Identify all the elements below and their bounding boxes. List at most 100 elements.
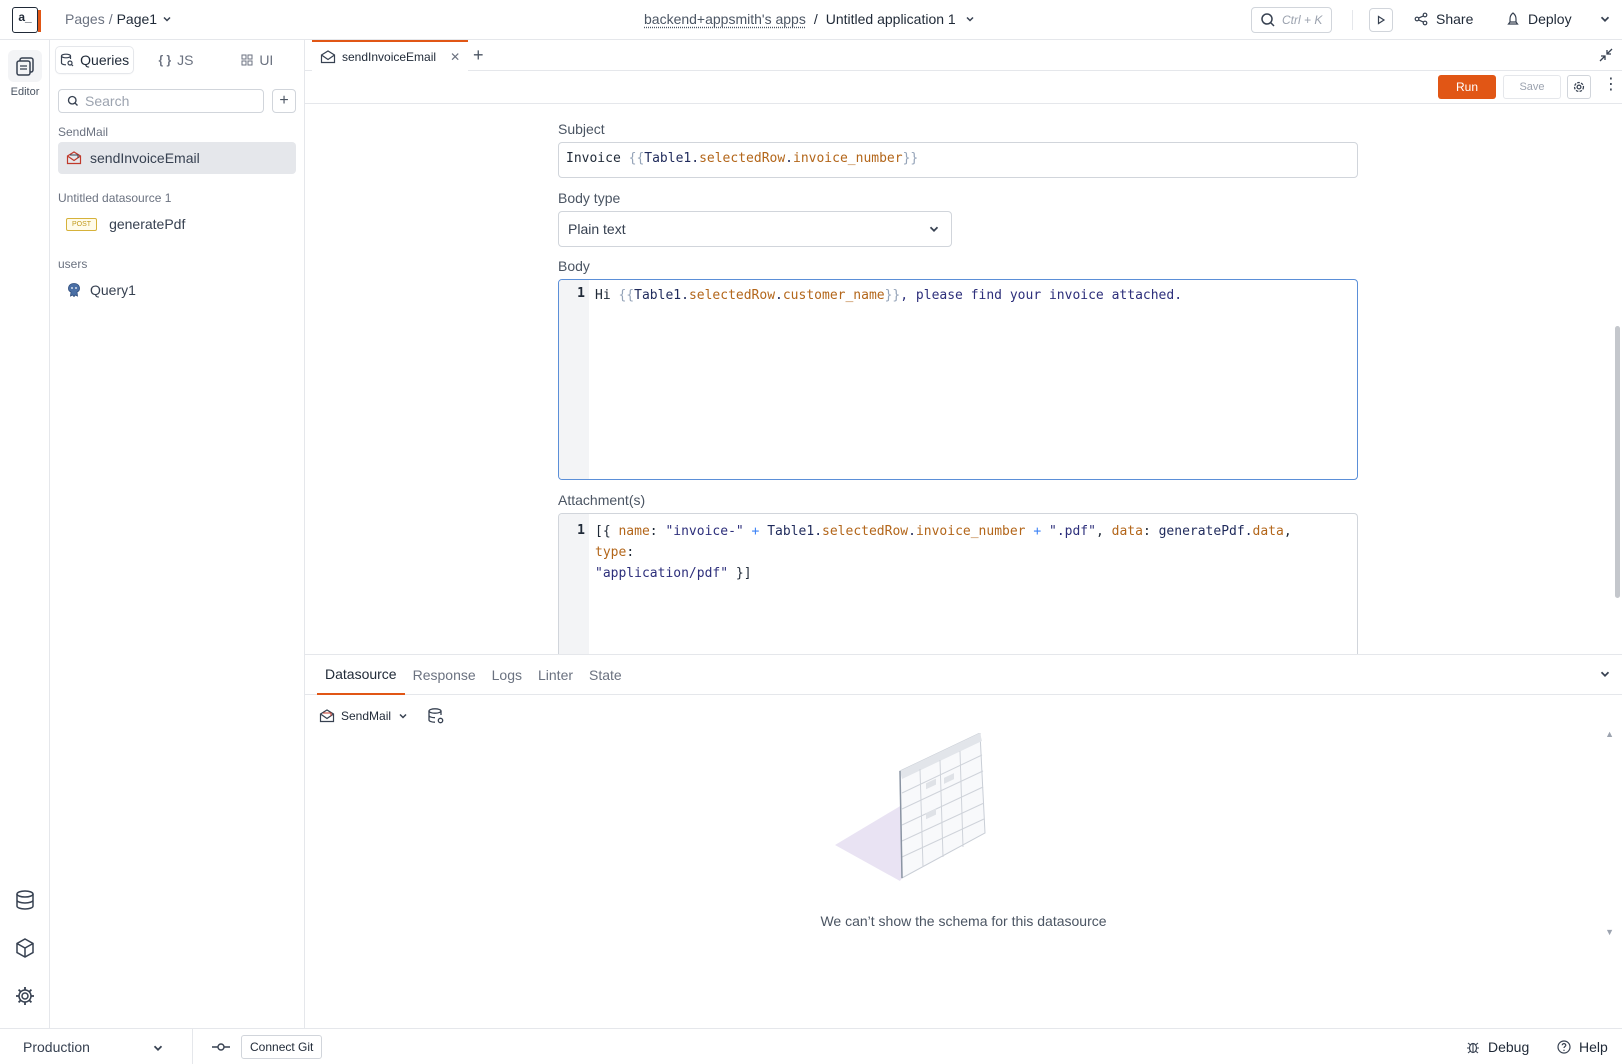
add-query-button[interactable]: + bbox=[272, 89, 296, 113]
binding-prop: selectedRow bbox=[688, 288, 776, 303]
query-settings-button[interactable] bbox=[1567, 75, 1591, 99]
code-text: [{ bbox=[595, 524, 619, 539]
queries-icon bbox=[61, 53, 74, 67]
minimize-icon[interactable] bbox=[1598, 47, 1614, 63]
save-button[interactable]: Save bbox=[1503, 75, 1561, 99]
attachments-code-editor[interactable]: 1 [{ name: "invoice-" + Table1.selectedR… bbox=[558, 513, 1358, 655]
chevron-down-icon[interactable] bbox=[1598, 667, 1612, 681]
js-icon: { } bbox=[158, 53, 172, 67]
editor-nav[interactable]: Editor bbox=[8, 50, 42, 98]
code-text: , bbox=[1283, 524, 1300, 539]
code-text: : bbox=[1142, 524, 1159, 539]
body-code-editor[interactable]: 1 Hi {{Table1.selectedRow.customer_name}… bbox=[558, 279, 1358, 480]
tab-datasource[interactable]: Datasource bbox=[317, 655, 405, 695]
settings-icon[interactable] bbox=[12, 983, 38, 1009]
query-item-sendinvoiceemail[interactable]: sendInvoiceEmail bbox=[58, 142, 296, 174]
query-item-generatepdf[interactable]: POST generatePdf bbox=[58, 208, 296, 240]
divider bbox=[192, 1029, 193, 1064]
scroll-down-icon[interactable]: ▼ bbox=[1605, 927, 1614, 937]
tab-linter[interactable]: Linter bbox=[530, 655, 581, 695]
subject-text: Invoice bbox=[566, 151, 629, 166]
postgres-icon bbox=[68, 283, 80, 298]
code-key: data bbox=[1111, 524, 1143, 539]
app-name[interactable]: Untitled application 1 bbox=[826, 11, 956, 27]
body-type-select[interactable]: Plain text bbox=[558, 211, 952, 247]
tab-ui-label: UI bbox=[259, 52, 274, 68]
preview-button[interactable] bbox=[1369, 8, 1393, 32]
new-tab-button[interactable]: + bbox=[473, 45, 484, 66]
help-button[interactable]: Help bbox=[1557, 1039, 1608, 1055]
mail-icon bbox=[320, 49, 336, 63]
code-text: : bbox=[649, 524, 666, 539]
app-separator: / bbox=[813, 11, 818, 27]
query-action-bar: Run Save ⋮ bbox=[305, 71, 1622, 104]
editor-label: Editor bbox=[10, 86, 40, 98]
run-button[interactable]: Run bbox=[1438, 75, 1496, 99]
workspace-link[interactable]: backend+appsmith's apps bbox=[644, 11, 806, 27]
close-icon[interactable]: ✕ bbox=[450, 50, 460, 64]
tab-js-label: JS bbox=[177, 52, 194, 68]
mail-icon bbox=[319, 709, 335, 723]
datasource-select[interactable]: SendMail bbox=[319, 708, 409, 724]
omnibar-search[interactable]: Ctrl + K bbox=[1251, 7, 1332, 33]
editor-scrollbar[interactable] bbox=[1612, 104, 1622, 654]
binding-close: }} bbox=[902, 151, 919, 166]
tab-ui[interactable]: UI bbox=[219, 47, 296, 73]
page-selector[interactable]: Page1 bbox=[117, 11, 157, 27]
breadcrumb-pages[interactable]: Pages bbox=[65, 11, 105, 27]
binding-ref: Table1 bbox=[634, 288, 682, 303]
pages-icon bbox=[8, 50, 42, 82]
tab-js[interactable]: { } JS bbox=[137, 47, 214, 73]
rocket-icon bbox=[1507, 12, 1519, 25]
binding-prop: customer_name bbox=[782, 288, 885, 303]
tab-response[interactable]: Response bbox=[405, 655, 484, 695]
code-key: type bbox=[595, 545, 627, 560]
explorer-search-input[interactable]: Search bbox=[58, 89, 264, 113]
chevron-down-icon[interactable] bbox=[161, 13, 173, 25]
search-icon bbox=[67, 95, 78, 106]
datasource-icon[interactable] bbox=[12, 887, 38, 913]
subject-label: Subject bbox=[558, 121, 605, 137]
empty-schema-message: We can’t show the schema for this dataso… bbox=[820, 913, 1107, 929]
more-options-icon[interactable]: ⋮ bbox=[1603, 77, 1619, 93]
code-text: , bbox=[1095, 524, 1112, 539]
chevron-down-icon bbox=[399, 713, 407, 719]
segment-tabs: Queries { } JS UI bbox=[56, 47, 296, 73]
code-ref: Table1 bbox=[767, 524, 815, 539]
query-item-query1[interactable]: Query1 bbox=[58, 274, 296, 306]
datasource-name: SendMail bbox=[341, 709, 392, 723]
packages-icon[interactable] bbox=[12, 935, 38, 961]
datasource-settings-icon[interactable] bbox=[427, 707, 445, 725]
debug-label: Debug bbox=[1488, 1039, 1530, 1055]
tab-logs[interactable]: Logs bbox=[484, 655, 530, 695]
tab-state[interactable]: State bbox=[581, 655, 630, 695]
code-text: Hi bbox=[595, 288, 619, 303]
appsmith-logo[interactable]: a_ bbox=[12, 7, 41, 33]
binding-dot: . bbox=[785, 151, 793, 166]
editor-tab-label: sendInvoiceEmail bbox=[342, 49, 437, 64]
code-key: name bbox=[618, 524, 650, 539]
git-commit-icon bbox=[212, 1043, 230, 1051]
help-icon bbox=[1557, 1040, 1571, 1054]
subject-input[interactable]: Invoice {{Table1.selectedRow.invoice_num… bbox=[558, 142, 1358, 178]
scrollbar-thumb[interactable] bbox=[1615, 326, 1620, 598]
line-number: 1 bbox=[559, 280, 589, 479]
editor-tab-sendinvoiceemail[interactable]: sendInvoiceEmail ✕ bbox=[312, 40, 469, 71]
bottom-tabs: Datasource Response Logs Linter State bbox=[305, 655, 1622, 695]
deploy-button[interactable]: Deploy bbox=[1506, 11, 1572, 27]
tab-queries[interactable]: Queries bbox=[56, 47, 134, 73]
chevron-down-icon[interactable] bbox=[1598, 12, 1612, 26]
deploy-label: Deploy bbox=[1528, 11, 1572, 27]
share-button[interactable]: Share bbox=[1414, 11, 1473, 27]
chevron-down-icon bbox=[153, 1045, 163, 1051]
attachments-label: Attachment(s) bbox=[558, 492, 646, 508]
environment-value: Production bbox=[23, 1039, 90, 1055]
binding-open: {{ bbox=[628, 151, 645, 166]
scroll-up-icon[interactable]: ▲ bbox=[1605, 729, 1614, 739]
chevron-down-icon[interactable] bbox=[964, 13, 976, 25]
code-text: , please find your invoice attached. bbox=[900, 288, 1183, 303]
environment-select[interactable]: Production bbox=[23, 1039, 165, 1055]
body-type-label: Body type bbox=[558, 190, 621, 206]
connect-git-button[interactable]: Connect Git bbox=[241, 1035, 323, 1059]
debug-button[interactable]: Debug bbox=[1466, 1039, 1529, 1055]
